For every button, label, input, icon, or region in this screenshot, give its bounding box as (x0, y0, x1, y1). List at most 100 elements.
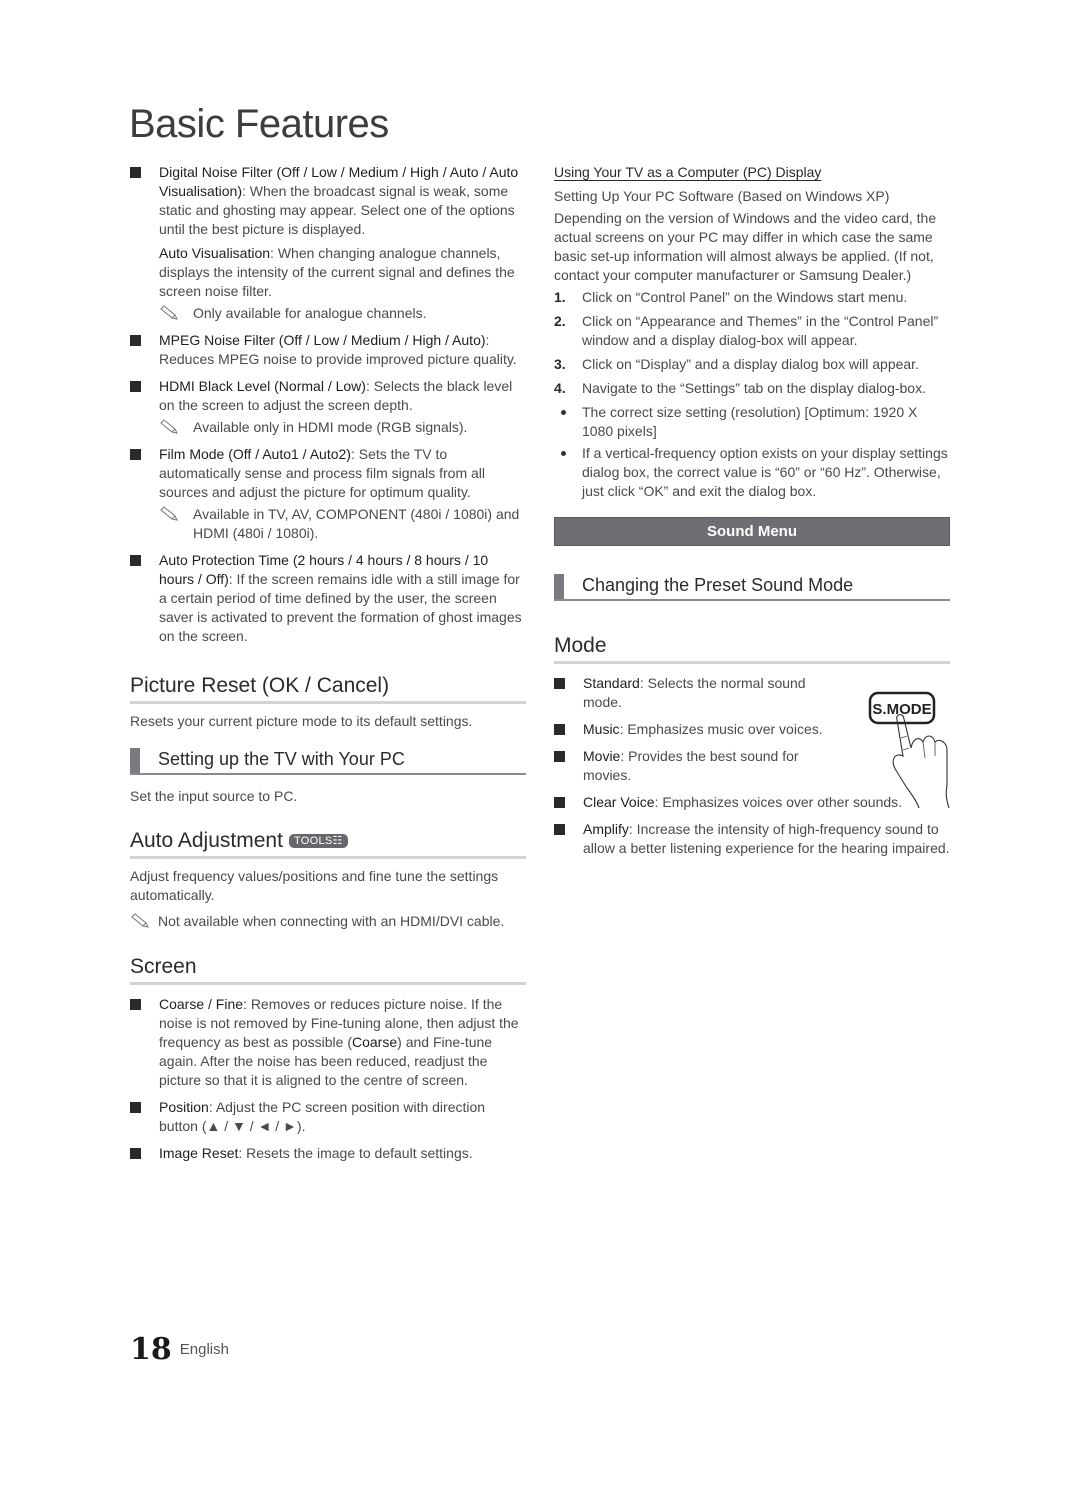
step-2: 2. Click on “Appearance and Themes” in th… (554, 312, 950, 350)
item-label: Standard (583, 675, 640, 691)
pencil-note-icon (160, 305, 178, 320)
note-text: Available only in HDMI mode (RGB signals… (193, 419, 468, 435)
page-title: Basic Features (129, 102, 389, 146)
bullet-square-icon (554, 724, 565, 735)
step-1: 1. Click on “Control Panel” on the Window… (554, 288, 950, 307)
bullet-dot-icon (561, 451, 566, 456)
bullet-square-icon (130, 381, 141, 392)
note-film: Available in TV, AV, COMPONENT (480i / 1… (159, 505, 526, 543)
title-text: Using Your TV as a Computer (PC) Display (554, 164, 822, 180)
note-text: Not available when connecting with an HD… (158, 913, 505, 929)
heading-setup-pc: Setting up the TV with Your PC (130, 747, 526, 775)
bullet-square-icon (554, 678, 565, 689)
item-text: : Resets the image to default settings. (238, 1145, 473, 1161)
step-number: 2. (554, 313, 566, 329)
heading-text: Changing the Preset Sound Mode (582, 575, 854, 595)
list-item-movie: Movie: Provides the best sound for movie… (554, 747, 823, 785)
heading-auto-adjustment: Auto Adjustment TOOLS☷ (130, 828, 526, 859)
note-text: Available in TV, AV, COMPONENT (480i / 1… (193, 506, 520, 541)
item-text: : Emphasizes music over voices. (619, 721, 823, 737)
step-4: 4. Navigate to the “Settings” tab on the … (554, 379, 950, 398)
list-item-hdmi-black-level: HDMI Black Level (Normal / Low): Selects… (130, 377, 526, 415)
list-item-coarse-fine: Coarse / Fine: Removes or reduces pictur… (130, 995, 526, 1090)
step-text: Click on “Display” and a display dialog … (582, 356, 919, 372)
step-text: Click on “Control Panel” on the Windows … (582, 289, 908, 305)
bullet-square-icon (130, 335, 141, 346)
item-label: Clear Voice (583, 794, 655, 810)
item-label: Position (159, 1099, 209, 1115)
item-label: HDMI Black Level (Normal / Low) (159, 378, 366, 394)
bullet-text: The correct size setting (resolution) [O… (582, 404, 918, 439)
list-item-digital-noise-filter: Digital Noise Filter (Off / Low / Medium… (130, 163, 526, 301)
note-text: Only available for analogue channels. (193, 305, 427, 321)
list-item-standard: Standard: Selects the normal sound mode. (554, 674, 833, 712)
hand-outline-left (892, 719, 920, 808)
bullet-square-icon (130, 999, 141, 1010)
setup-pc-text: Set the input source to PC. (130, 788, 298, 804)
heading-text: Auto Adjustment (130, 829, 283, 852)
bullet-square-icon (554, 797, 565, 808)
pencil-note-icon (160, 419, 178, 434)
pencil-note-icon (131, 913, 149, 928)
note-analogue: Only available for analogue channels. (159, 304, 526, 323)
list-item-amplify: Amplify: Increase the intensity of high-… (554, 820, 950, 858)
page-number: 18 (130, 1332, 172, 1367)
left-column: Digital Noise Filter (Off / Low / Medium… (130, 163, 526, 1163)
item-label: Auto Visualisation (159, 245, 271, 261)
page-footer: 18 English (130, 1332, 229, 1367)
hand-outline (896, 714, 950, 808)
smode-button-hand-icon: S.MODE (868, 691, 950, 808)
heading-preset-sound-mode: Changing the Preset Sound Mode (554, 573, 950, 601)
auto-adjustment-text: Adjust frequency values/positions and fi… (130, 868, 499, 903)
step-number: 4. (554, 380, 566, 396)
list-item-film-mode: Film Mode (Off / Auto1 / Auto2): Sets th… (130, 445, 526, 502)
note-hdmi: Available only in HDMI mode (RGB signals… (159, 418, 526, 437)
heading-picture-reset: Picture Reset (OK / Cancel) (130, 673, 526, 704)
note-hdmi-dvi: Not available when connecting with an HD… (130, 912, 526, 931)
bullet-square-icon (130, 1148, 141, 1159)
step-text: Navigate to the “Settings” tab on the di… (582, 380, 926, 396)
hand-detail (900, 735, 936, 759)
item-text: : Increase the intensity of high-frequen… (583, 821, 950, 856)
heading-screen: Screen (130, 954, 526, 985)
bullet-dot-icon (561, 410, 566, 415)
bullet-resolution: The correct size setting (resolution) [O… (554, 403, 950, 441)
list-item-mpeg-noise-filter: MPEG Noise Filter (Off / Low / Medium / … (130, 331, 526, 369)
step-number: 3. (554, 356, 566, 372)
bullet-frequency: If a vertical-frequency option exists on… (554, 444, 950, 501)
item-label: Coarse / Fine (159, 996, 244, 1012)
item-text: : Emphasizes voices over other sounds. (654, 794, 903, 810)
picture-reset-text: Resets your current picture mode to its … (130, 713, 473, 729)
sound-menu-banner: Sound Menu (554, 517, 950, 546)
item-label: MPEG Noise Filter (Off / Low / Medium / … (159, 332, 486, 348)
list-item-auto-protection-time: Auto Protection Time (2 hours / 4 hours … (130, 551, 526, 646)
bullet-square-icon (130, 449, 141, 460)
pencil-note-icon (160, 506, 178, 521)
bullet-square-icon (130, 167, 141, 178)
auto-visualisation-text: Auto Visualisation: When changing analog… (159, 244, 526, 301)
page-language: English (179, 1341, 229, 1358)
step-3: 3. Click on “Display” and a display dialo… (554, 355, 950, 374)
item-label: Image Reset (159, 1145, 239, 1161)
bullet-text: If a vertical-frequency option exists on… (582, 445, 948, 499)
pc-display-intro: Depending on the version of Windows and … (554, 210, 937, 283)
list-item-position: Position: Adjust the PC screen position … (130, 1098, 526, 1136)
bullet-square-icon (130, 555, 141, 566)
item-text: : Adjust the PC screen position with dir… (159, 1099, 486, 1134)
pc-display-title: Using Your TV as a Computer (PC) Display (554, 163, 950, 182)
heading-bar (554, 574, 564, 599)
item-label: Amplify (583, 821, 629, 837)
heading-mode: Mode (554, 633, 950, 664)
item-label: Music (583, 721, 620, 737)
bullet-square-icon (554, 824, 565, 835)
bullet-square-icon (554, 751, 565, 762)
heading-text: Setting up the TV with Your PC (158, 749, 405, 769)
item-label: Movie (583, 748, 621, 764)
item-label: Film Mode (Off / Auto1 / Auto2) (159, 446, 351, 462)
bullet-square-icon (130, 1102, 141, 1113)
list-item-image-reset: Image Reset: Resets the image to default… (130, 1144, 526, 1163)
heading-bar (130, 748, 140, 773)
pc-display-subtitle: Setting Up Your PC Software (Based on Wi… (554, 188, 890, 204)
item-bold: Coarse (352, 1034, 398, 1050)
step-text: Click on “Appearance and Themes” in the … (582, 313, 939, 348)
